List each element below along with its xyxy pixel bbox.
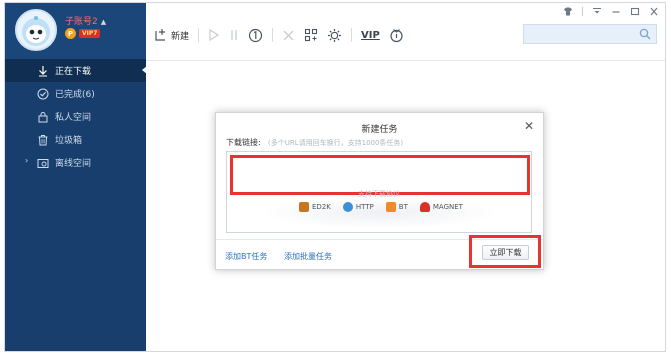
new-task-icon	[155, 29, 165, 41]
lock-icon	[36, 110, 49, 123]
sidebar-item-label: 私人空间	[55, 113, 92, 123]
protocol-label: MAGNET	[432, 203, 463, 211]
skin-icon[interactable]	[563, 6, 573, 16]
confirm-highlight: 立即下载	[469, 235, 541, 268]
user-panel: 子账号2 ▲ P VIP7	[5, 3, 146, 59]
minimize-icon[interactable]	[611, 6, 621, 16]
protocol-label: BT	[398, 203, 408, 211]
add-bt-task-link[interactable]: 添加BT任务	[225, 251, 267, 262]
protocol-hint: 支持下载协议	[358, 190, 400, 198]
new-task-dialog: 新建任务 ✕ 下载链接: (多个URL请用回车换行，支持1000条任务) 支持下…	[215, 112, 544, 270]
avatar[interactable]	[15, 9, 57, 51]
bt-folder-icon	[385, 202, 396, 212]
username[interactable]: 子账号2 ▲	[65, 14, 106, 27]
add-batch-task-link[interactable]: 添加批量任务	[284, 251, 332, 262]
protocol-label: HTTP	[355, 203, 374, 211]
protocol-http: HTTP	[342, 202, 374, 212]
delete-x-icon	[283, 30, 294, 40]
maximize-icon[interactable]	[630, 6, 640, 16]
toolbar: 新建 VIP	[146, 3, 665, 61]
grid-view-button[interactable]	[304, 25, 318, 45]
vip-label: VIP	[361, 29, 380, 41]
cloud-folder-icon	[36, 156, 49, 169]
url-textarea[interactable]: 支持下载协议 ED2K HTTP BT MAGNET	[226, 151, 532, 233]
protocol-ed2k: ED2K	[299, 202, 331, 212]
close-icon[interactable]: ✕	[524, 119, 534, 133]
download-link-hint: (多个URL请用回车换行，支持1000条任务)	[268, 139, 404, 147]
play-icon	[209, 28, 220, 42]
speed-limit-icon	[248, 28, 263, 42]
sidebar-item-label: 已完成(6)	[55, 90, 95, 100]
vip-point-icon: P	[65, 28, 76, 39]
download-arrow-icon	[36, 64, 49, 77]
protocol-label: ED2K	[312, 203, 331, 211]
app-window: 子账号2 ▲ P VIP7 正在下载 已完成(6) 私人空间 垃圾箱 › 离线空…	[4, 2, 666, 352]
download-link-label: 下载链接:	[226, 138, 261, 147]
sidebar-item-label: 正在下载	[55, 67, 92, 77]
protocol-list: ED2K HTTP BT MAGNET	[299, 202, 463, 212]
accelerate-button[interactable]	[389, 25, 404, 45]
protocol-bt: BT	[385, 202, 408, 212]
http-globe-icon	[342, 202, 353, 212]
sidebar-item-trash[interactable]: 垃圾箱	[5, 128, 146, 151]
grid-icon	[304, 28, 318, 42]
username-text: 子账号2	[65, 17, 98, 27]
close-icon[interactable]	[649, 6, 659, 16]
pause-button[interactable]	[229, 25, 239, 45]
new-task-label: 新建	[171, 31, 190, 42]
speed-limit-button[interactable]	[248, 25, 263, 45]
settings-button[interactable]	[327, 25, 342, 45]
search-icon[interactable]	[639, 28, 651, 43]
protocol-magnet: MAGNET	[419, 202, 463, 212]
window-controls	[563, 6, 659, 16]
start-button[interactable]	[208, 25, 220, 45]
gear-icon	[328, 28, 342, 42]
divider	[351, 28, 353, 42]
sidebar-nav: 正在下载 已完成(6) 私人空间 垃圾箱 › 离线空间	[5, 59, 147, 174]
delete-button[interactable]	[282, 25, 295, 45]
divider	[582, 6, 583, 16]
ed2k-icon	[299, 202, 309, 212]
sidebar-item-offline-space[interactable]: › 离线空间	[5, 151, 146, 174]
sidebar-item-label: 垃圾箱	[55, 136, 83, 146]
check-circle-icon	[36, 87, 49, 100]
menu-icon[interactable]	[592, 6, 602, 16]
pause-icon	[231, 30, 237, 40]
magnet-icon	[419, 202, 430, 212]
chevron-right-icon[interactable]: ›	[25, 156, 28, 165]
new-task-button[interactable]: 新建	[154, 25, 189, 45]
download-now-button[interactable]: 立即下载	[482, 245, 529, 260]
divider	[198, 28, 200, 42]
vip-line: P VIP7	[65, 28, 101, 39]
sidebar-item-completed[interactable]: 已完成(6)	[5, 82, 146, 105]
dialog-title: 新建任务	[361, 125, 398, 135]
vip-button[interactable]: VIP	[361, 25, 380, 45]
sidebar-item-label: 离线空间	[55, 159, 92, 169]
toolbar-tools: 新建 VIP	[154, 25, 404, 45]
sidebar-item-private-space[interactable]: 私人空间	[5, 105, 146, 128]
trash-icon	[36, 133, 49, 146]
turbo-icon	[390, 28, 403, 42]
caret-up-icon: ▲	[100, 18, 107, 26]
divider	[272, 28, 274, 42]
vip-badge[interactable]: VIP7	[79, 29, 101, 38]
sidebar: 子账号2 ▲ P VIP7 正在下载 已完成(6) 私人空间 垃圾箱 › 离线空…	[5, 3, 147, 351]
search-input[interactable]	[523, 24, 657, 44]
sidebar-item-downloading[interactable]: 正在下载	[5, 59, 147, 82]
